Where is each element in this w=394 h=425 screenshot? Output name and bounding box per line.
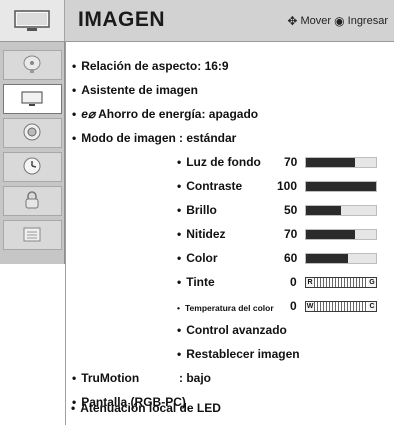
- satellite-dish-icon: [23, 55, 41, 73]
- sidebar-item-options[interactable]: [3, 220, 62, 250]
- sidebar-item-channels[interactable]: [3, 50, 62, 80]
- menu-item-trumotion[interactable]: • TruMotion: [72, 371, 139, 385]
- sharpness-slider[interactable]: [305, 229, 377, 240]
- tint-value: 0: [290, 275, 297, 289]
- menu-item-contrast[interactable]: • Contraste: [177, 179, 242, 193]
- color-label: Color: [186, 251, 218, 265]
- tint-scale[interactable]: R G: [305, 277, 377, 288]
- backlight-slider[interactable]: [305, 157, 377, 168]
- aspect-ratio-value: : 16:9: [197, 59, 229, 73]
- sharpness-label: Nitidez: [186, 227, 226, 241]
- color-temp-warm-end: W: [306, 302, 314, 311]
- backlight-label: Luz de fondo: [186, 155, 261, 169]
- menu-item-picture-wizard[interactable]: • Asistente de imagen: [72, 83, 198, 97]
- color-temperature-scale[interactable]: W C: [305, 301, 377, 312]
- color-slider[interactable]: [305, 253, 377, 264]
- picture-mode-label: Modo de imagen: [81, 131, 176, 145]
- menu-item-sharpness[interactable]: • Nitidez: [177, 227, 226, 241]
- contrast-slider[interactable]: [305, 181, 377, 192]
- page-title: IMAGEN: [78, 8, 165, 31]
- header-icon-box: [0, 0, 65, 41]
- picture-menu-screen: IMAGEN ✥ Mover ◉ Ingresar • Relación de …: [0, 0, 394, 425]
- sharpness-value: 70: [284, 227, 298, 241]
- sidebar-item-picture[interactable]: [3, 84, 62, 114]
- input-icon: [23, 227, 41, 242]
- sidebar-item-lock[interactable]: [3, 186, 62, 216]
- lock-icon: [25, 191, 39, 209]
- sharpness-slider-fill: [306, 230, 355, 239]
- contrast-slider-fill: [306, 182, 376, 191]
- color-temp-cool-end: C: [368, 302, 376, 311]
- advanced-control-label: Control avanzado: [186, 323, 287, 337]
- menu-content: • Relación de aspecto: 16:9 • Asistente de…: [65, 42, 394, 425]
- color-slider-fill: [306, 254, 348, 263]
- eco-icon: e⌀: [81, 107, 96, 121]
- aspect-ratio-label: Relación de aspecto: [81, 59, 198, 73]
- tint-label: Tinte: [186, 275, 215, 289]
- menu-item-backlight[interactable]: • Luz de fondo: [177, 155, 261, 169]
- speaker-icon: [23, 123, 41, 141]
- sidebar-item-audio[interactable]: [3, 118, 62, 148]
- trumotion-value: : bajo: [179, 371, 211, 385]
- clock-icon: [23, 157, 41, 175]
- energy-saving-label: Ahorro de energía: [98, 107, 202, 121]
- picture-wizard-label: Asistente de imagen: [81, 83, 198, 97]
- brightness-slider-fill: [306, 206, 341, 215]
- contrast-label: Contraste: [186, 179, 243, 193]
- menu-item-picture-reset[interactable]: • Restablecer imagen: [177, 347, 300, 361]
- brightness-slider[interactable]: [305, 205, 377, 216]
- move-arrows-icon: ✥: [287, 14, 298, 28]
- brightness-value: 50: [284, 203, 298, 217]
- menu-item-picture-mode[interactable]: • Modo de imagen: [72, 131, 176, 145]
- move-hint-label: Mover: [300, 15, 332, 27]
- tv-icon: [14, 10, 50, 31]
- sidebar-item-time[interactable]: [3, 152, 62, 182]
- contrast-value: 100: [277, 179, 298, 193]
- backlight-value: 70: [284, 155, 298, 169]
- menu-item-advanced-control[interactable]: • Control avanzado: [177, 323, 287, 337]
- local-dimming-label: Atenuación local de LED: [80, 401, 221, 415]
- menu-item-aspect-ratio[interactable]: • Relación de aspecto: 16:9: [72, 59, 229, 73]
- brightness-label: Brillo: [186, 203, 217, 217]
- trumotion-label: TruMotion: [81, 371, 140, 385]
- enter-hint-label: Ingresar: [347, 15, 388, 27]
- picture-mode-value: : estándar: [179, 131, 237, 145]
- menu-item-color[interactable]: • Color: [177, 251, 218, 265]
- navigation-hint: ✥ Mover ◉ Ingresar: [287, 14, 388, 28]
- menu-item-brightness[interactable]: • Brillo: [177, 203, 217, 217]
- energy-saving-value: : apagado: [201, 107, 259, 121]
- tint-green-end: G: [368, 278, 376, 287]
- menu-item-tint[interactable]: • Tinte: [177, 275, 215, 289]
- enter-button-icon: ◉: [334, 14, 345, 28]
- picture-reset-label: Restablecer imagen: [186, 347, 300, 361]
- menu-header: IMAGEN ✥ Mover ◉ Ingresar: [0, 0, 394, 42]
- tv-picture-icon: [21, 91, 43, 106]
- menu-sidebar: [0, 42, 65, 264]
- menu-item-color-temperature[interactable]: • Temperatura del color: [177, 300, 274, 314]
- color-temperature-value: 0: [290, 299, 297, 313]
- backlight-slider-fill: [306, 158, 355, 167]
- color-value: 60: [284, 251, 298, 265]
- menu-item-energy-saving[interactable]: • e⌀ Ahorro de energía: apagado: [72, 107, 258, 121]
- tint-red-end: R: [306, 278, 314, 287]
- color-temperature-label: Temperatura del color: [184, 303, 274, 313]
- menu-item-local-dimming[interactable]: • Atenuación local de LED: [71, 401, 221, 415]
